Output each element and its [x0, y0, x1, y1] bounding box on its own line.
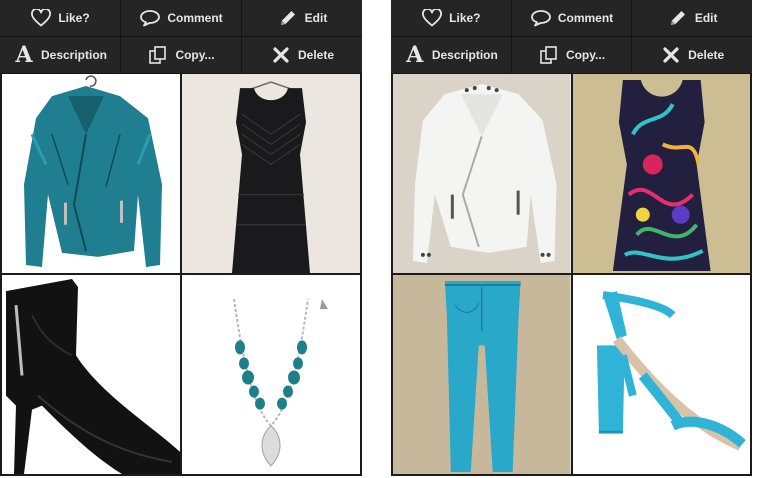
pencil-icon — [667, 8, 689, 28]
delete-label: Delete — [297, 48, 335, 62]
delete-button[interactable]: Delete — [242, 37, 362, 74]
letter-a-icon: A — [15, 42, 33, 68]
copy-button[interactable]: Copy... — [121, 37, 242, 74]
copy-label: Copy... — [175, 48, 215, 62]
speech-bubble-icon — [139, 8, 161, 28]
description-button[interactable]: A Description — [0, 37, 121, 74]
like-label: Like? — [58, 11, 90, 25]
copy-button[interactable]: Copy... — [511, 37, 633, 74]
edit-button[interactable]: Edit — [632, 0, 753, 37]
item-turquoise-skinny-pants[interactable] — [393, 275, 571, 474]
outfit-panel-left: Like? Comment Edit A Description Copy...… — [0, 0, 362, 476]
pencil-icon — [277, 8, 299, 28]
tropical-print-tank-top-image — [572, 74, 750, 273]
black-sheath-dress-image — [182, 74, 360, 273]
comment-button[interactable]: Comment — [511, 0, 633, 37]
description-button[interactable]: A Description — [391, 37, 512, 74]
teal-leather-jacket-image — [2, 74, 180, 273]
speech-bubble-icon — [530, 8, 552, 28]
letter-a-icon: A — [406, 42, 424, 68]
heart-icon — [30, 8, 52, 28]
edit-button[interactable]: Edit — [242, 0, 362, 37]
item-turquoise-block-heel-sandal[interactable] — [572, 275, 750, 474]
turquoise-skinny-pants-image — [393, 275, 571, 474]
item-black-ankle-bootie[interactable] — [2, 275, 180, 474]
comment-label: Comment — [167, 11, 223, 25]
black-ankle-bootie-image — [2, 275, 180, 474]
x-icon — [660, 45, 682, 65]
item-turquoise-statement-necklace[interactable] — [182, 275, 360, 474]
item-black-sheath-dress[interactable] — [182, 74, 360, 273]
turquoise-block-heel-sandal-image — [572, 275, 750, 474]
x-icon — [270, 45, 292, 65]
item-teal-leather-jacket[interactable] — [2, 74, 180, 273]
outfit-toolbar: Like? Comment Edit A Description Copy...… — [0, 0, 362, 74]
copy-icon — [538, 45, 560, 65]
outfit-item-grid — [2, 74, 360, 474]
edit-label: Edit — [694, 11, 718, 25]
turquoise-statement-necklace-image — [182, 275, 360, 474]
description-label: Description — [431, 48, 498, 62]
outfit-toolbar: Like? Comment Edit A Description Copy...… — [391, 0, 753, 74]
comment-button[interactable]: Comment — [121, 0, 242, 37]
heart-icon — [421, 8, 443, 28]
item-tropical-print-tank-top[interactable] — [572, 74, 750, 273]
comment-label: Comment — [557, 11, 614, 25]
edit-label: Edit — [304, 11, 328, 25]
delete-label: Delete — [688, 48, 725, 62]
delete-button[interactable]: Delete — [632, 37, 753, 74]
description-label: Description — [40, 48, 107, 62]
white-studded-moto-jacket-image — [393, 74, 571, 273]
like-button[interactable]: Like? — [0, 0, 121, 37]
outfit-panel-right: Like? Comment Edit A Description Copy...… — [391, 0, 753, 476]
item-white-studded-moto-jacket[interactable] — [393, 74, 571, 273]
copy-icon — [147, 45, 169, 65]
like-label: Like? — [449, 11, 481, 25]
outfit-item-grid — [393, 74, 750, 474]
like-button[interactable]: Like? — [391, 0, 512, 37]
copy-label: Copy... — [565, 48, 606, 62]
